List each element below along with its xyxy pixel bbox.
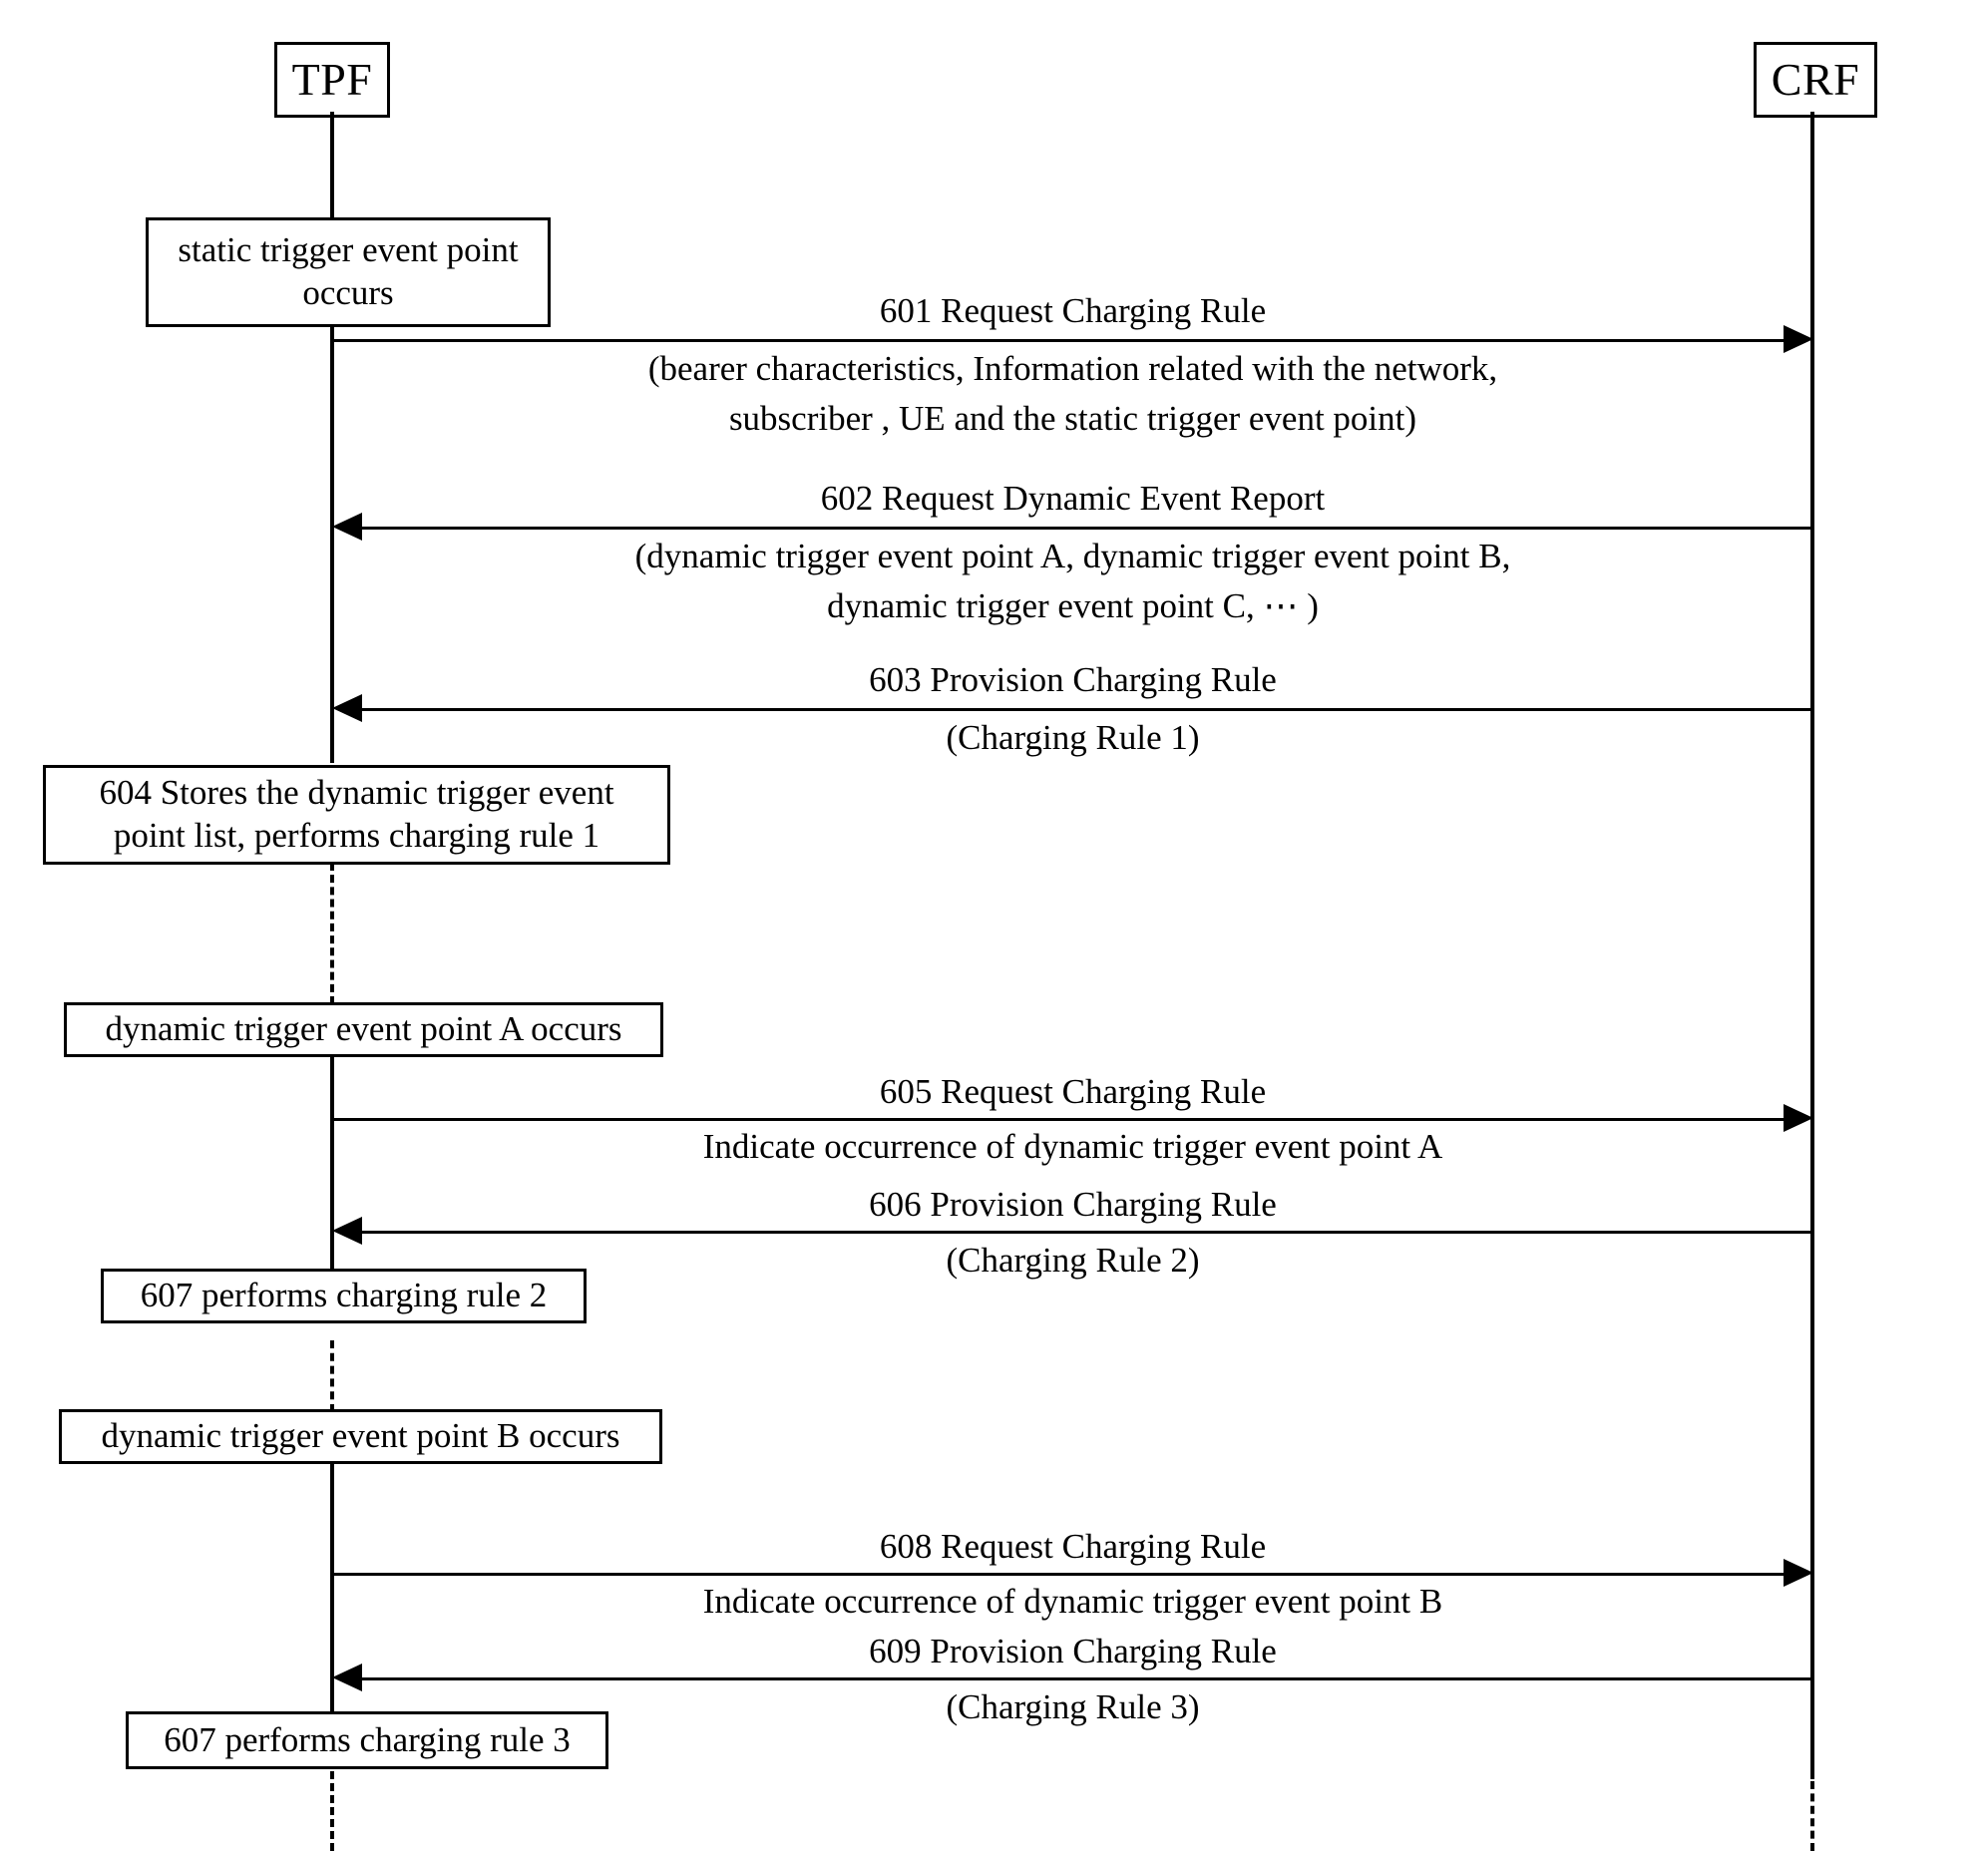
note-604-line-2: point list, performs charging rule 1	[113, 816, 600, 855]
note-event-a-text: dynamic trigger event point A occurs	[105, 1009, 622, 1049]
note-604-stores-trigger-list: 604 Stores the dynamic trigger event poi…	[43, 765, 670, 865]
message-602-detail-line-2: dynamic trigger event point C, ⋯ )	[332, 584, 1813, 628]
message-609-title: 609 Provision Charging Rule	[332, 1630, 1813, 1673]
note-607-rule3-text: 607 performs charging rule 3	[164, 1719, 571, 1759]
lifeline-tpf-segment-3-dashed	[330, 863, 334, 1004]
message-608-detail-line-1: Indicate occurrence of dynamic trigger e…	[332, 1580, 1813, 1624]
note-static-trigger-line-1: static trigger event point	[178, 230, 519, 270]
message-601-detail-line-1: (bearer characteristics, Information rel…	[332, 347, 1813, 391]
message-605-title: 605 Request Charging Rule	[332, 1070, 1813, 1114]
sequence-diagram-canvas: TPF CRF static trigger event point occur…	[0, 0, 1988, 1853]
message-608-title: 608 Request Charging Rule	[332, 1525, 1813, 1569]
note-607-performs-rule-3: 607 performs charging rule 3	[126, 1711, 608, 1769]
message-606-title-text: 606 Provision Charging Rule	[869, 1185, 1277, 1224]
message-605-line	[332, 1118, 1798, 1121]
message-609-title-text: 609 Provision Charging Rule	[869, 1632, 1277, 1670]
message-608-title-text: 608 Request Charging Rule	[879, 1527, 1267, 1566]
message-602-title: 602 Request Dynamic Event Report	[332, 477, 1813, 521]
message-609-line	[359, 1677, 1810, 1680]
message-603-detail-line-1: (Charging Rule 1)	[332, 716, 1813, 760]
message-601-title-text: 601 Request Charging Rule	[879, 291, 1267, 330]
message-606-title: 606 Provision Charging Rule	[332, 1183, 1813, 1227]
message-605-title-text: 605 Request Charging Rule	[879, 1072, 1267, 1111]
note-static-trigger-event: static trigger event point occurs	[146, 217, 551, 327]
note-static-trigger-line-2: occurs	[302, 273, 394, 312]
message-603-detail-1-text: (Charging Rule 1)	[946, 718, 1200, 757]
lifeline-tpf-segment-7-dashed	[330, 1771, 334, 1851]
note-event-b-text: dynamic trigger event point B occurs	[101, 1416, 620, 1456]
actor-header-tpf: TPF	[274, 42, 390, 118]
message-602-detail-line-1: (dynamic trigger event point A, dynamic …	[332, 535, 1813, 578]
message-609-detail-1-text: (Charging Rule 3)	[946, 1687, 1200, 1726]
message-602-detail-2-text: dynamic trigger event point C, ⋯ )	[827, 586, 1319, 625]
message-602-line	[359, 527, 1810, 530]
message-605-detail-1-text: Indicate occurrence of dynamic trigger e…	[702, 1127, 1443, 1166]
message-601-detail-line-2: subscriber , UE and the static trigger e…	[332, 397, 1813, 441]
lifeline-crf-segment-2-dashed	[1810, 1781, 1814, 1851]
message-602-detail-1-text: (dynamic trigger event point A, dynamic …	[634, 537, 1511, 575]
note-607-performs-rule-2: 607 performs charging rule 2	[101, 1269, 587, 1323]
message-603-title: 603 Provision Charging Rule	[332, 658, 1813, 702]
message-601-detail-2-text: subscriber , UE and the static trigger e…	[728, 399, 1417, 438]
note-604-line-1: 604 Stores the dynamic trigger event	[99, 773, 614, 813]
actor-label-tpf: TPF	[291, 54, 373, 105]
message-605-detail-line-1: Indicate occurrence of dynamic trigger e…	[332, 1125, 1813, 1169]
note-dynamic-event-point-b: dynamic trigger event point B occurs	[59, 1409, 662, 1464]
note-607-rule2-text: 607 performs charging rule 2	[140, 1276, 548, 1315]
message-603-title-text: 603 Provision Charging Rule	[869, 660, 1277, 699]
message-608-detail-1-text: Indicate occurrence of dynamic trigger e…	[702, 1582, 1443, 1621]
actor-header-crf: CRF	[1754, 42, 1877, 118]
actor-label-crf: CRF	[1771, 54, 1860, 105]
message-606-detail-1-text: (Charging Rule 2)	[946, 1241, 1200, 1280]
message-606-line	[359, 1231, 1810, 1234]
message-603-line	[359, 708, 1810, 711]
message-608-line	[332, 1573, 1798, 1576]
message-601-line	[332, 339, 1798, 342]
note-dynamic-event-point-a: dynamic trigger event point A occurs	[64, 1002, 663, 1057]
lifeline-tpf-segment-1	[330, 112, 334, 221]
message-601-title: 601 Request Charging Rule	[332, 289, 1813, 333]
lifeline-tpf-segment-5-dashed	[330, 1340, 334, 1412]
message-601-detail-1-text: (bearer characteristics, Information rel…	[647, 349, 1498, 388]
message-602-title-text: 602 Request Dynamic Event Report	[820, 479, 1326, 518]
